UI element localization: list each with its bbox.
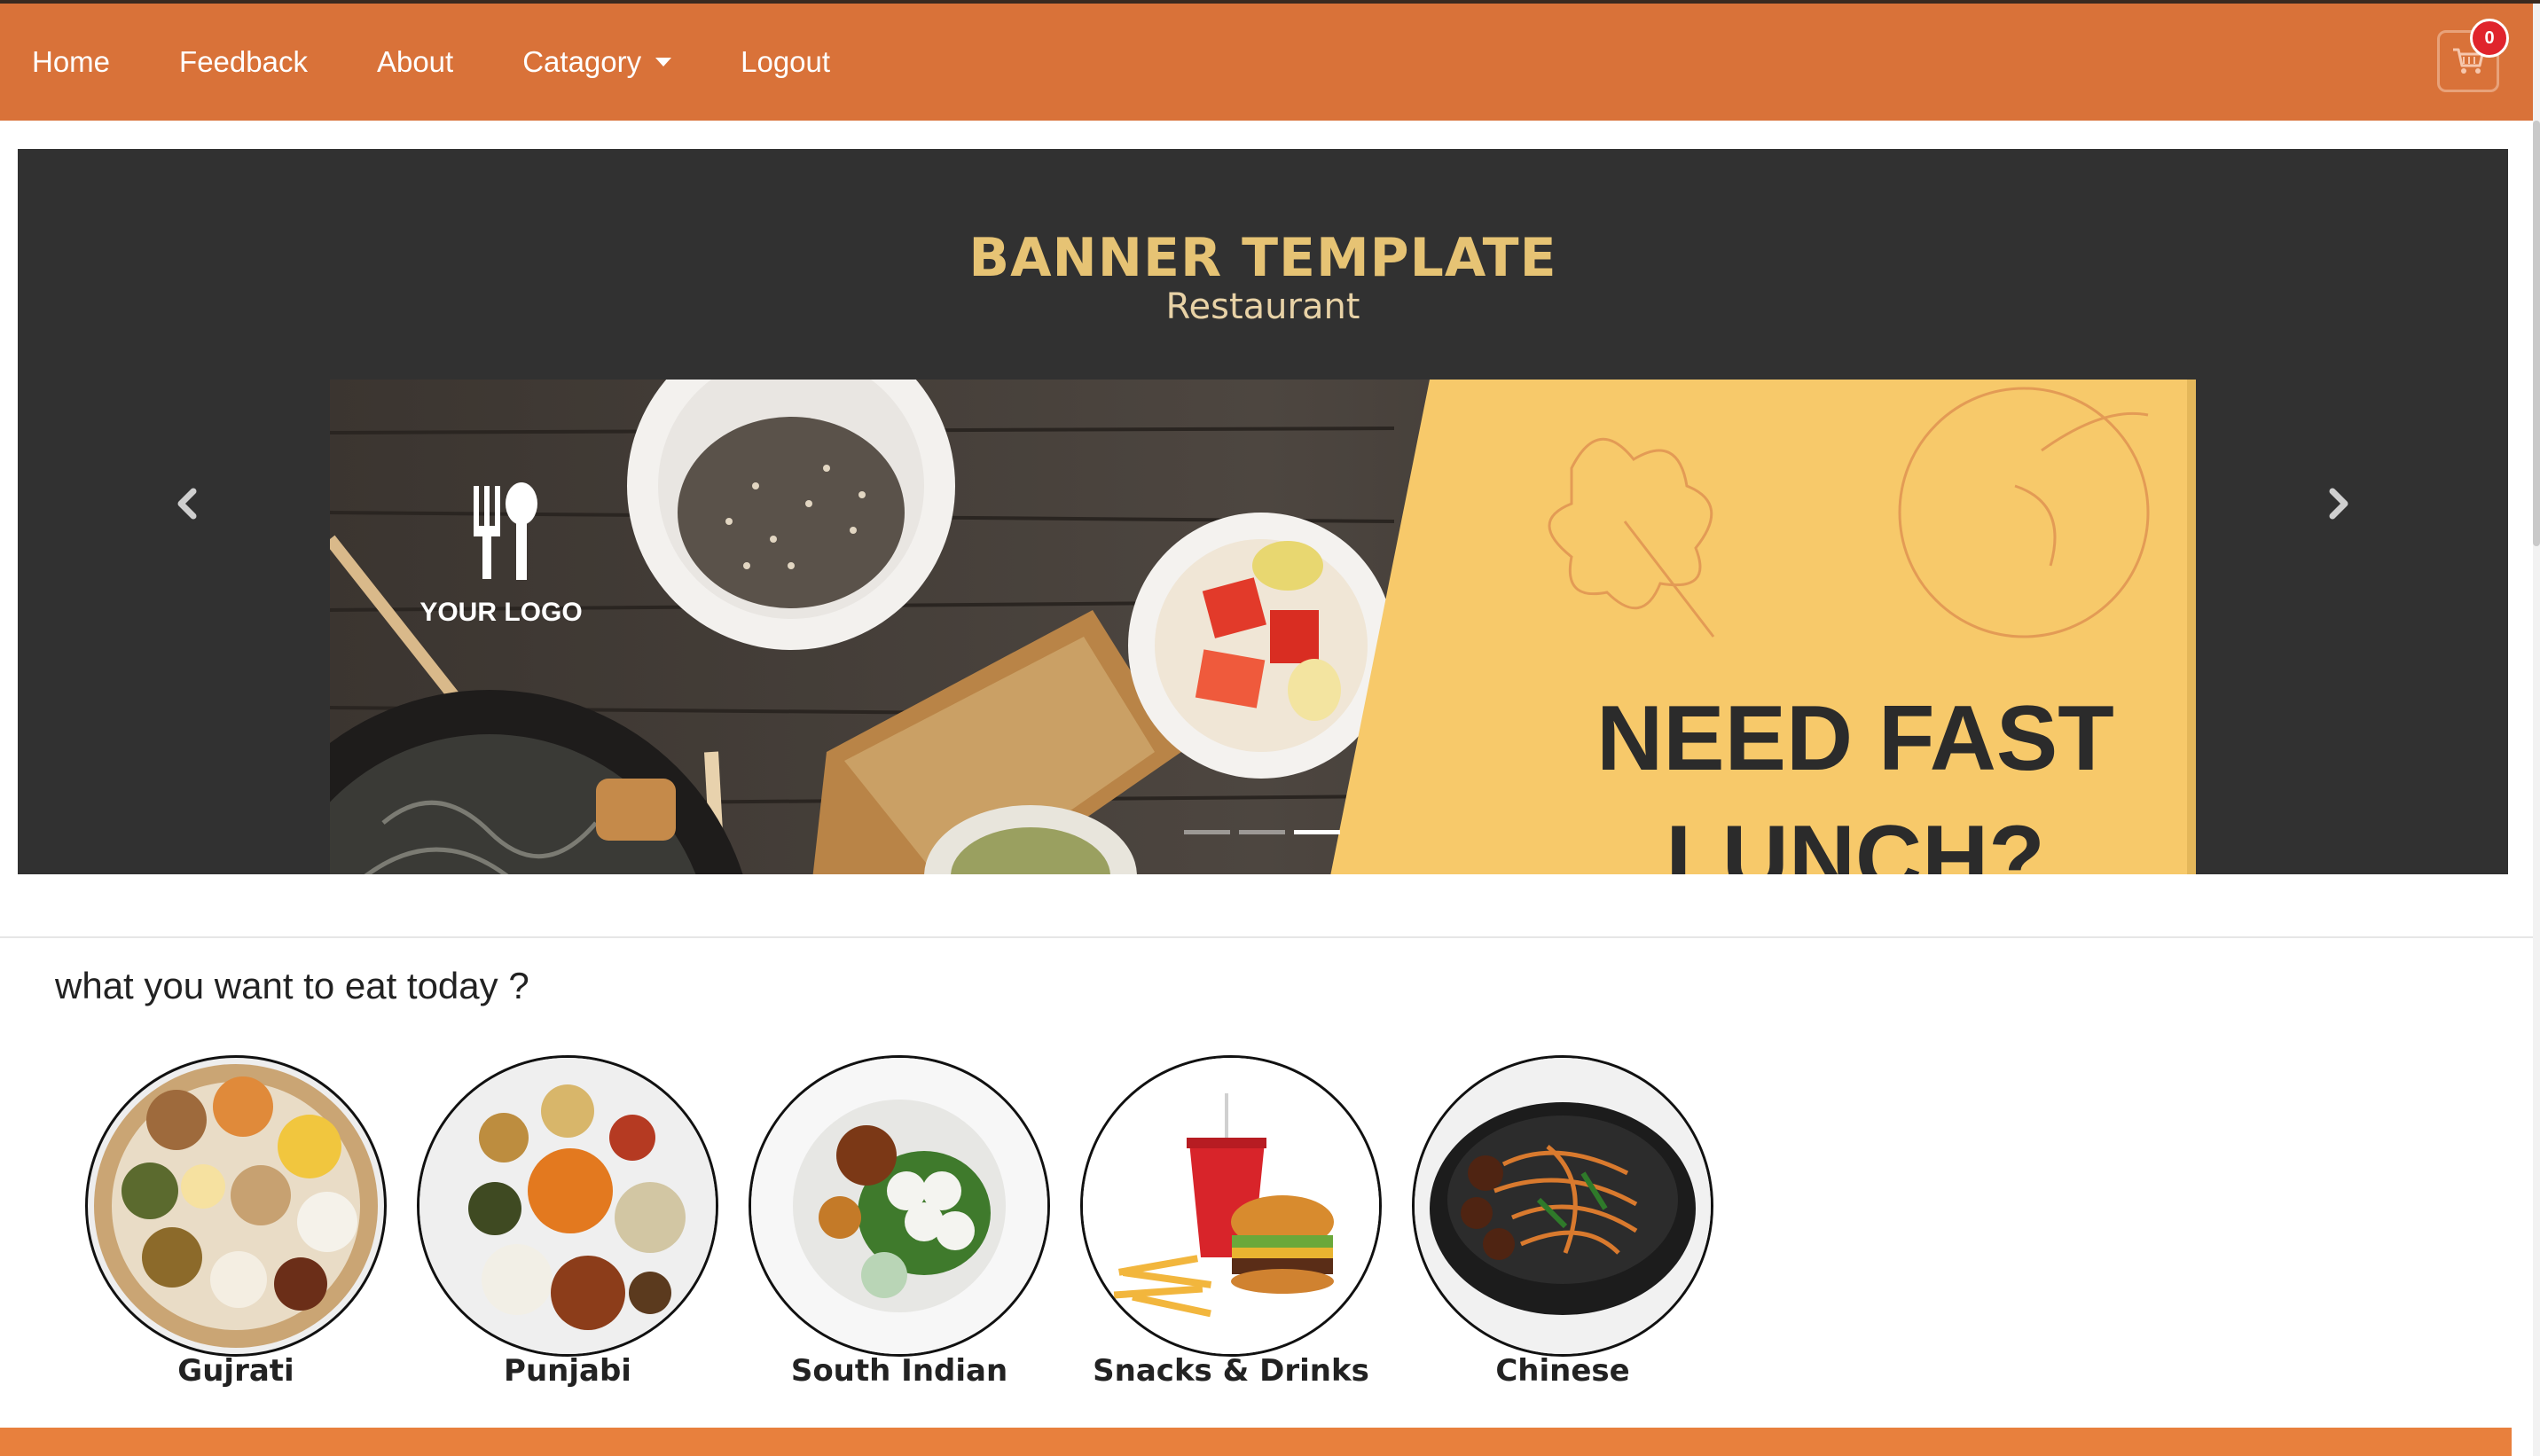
banner-title: BANNER TEMPLATE — [968, 227, 1557, 289]
section-divider — [0, 936, 2533, 938]
category-card-gujrati[interactable]: Gujrati — [85, 1055, 387, 1392]
carousel-indicator-3[interactable] — [1294, 830, 1340, 834]
category-image-south-indian[interactable] — [749, 1055, 1050, 1357]
carousel-next-button[interactable] — [2313, 468, 2366, 539]
footer-bar — [0, 1428, 2512, 1456]
nav-category-dropdown[interactable]: Catagory — [522, 45, 672, 79]
category-label: South Indian — [790, 1353, 1008, 1389]
banner-carousel: BANNER TEMPLATE Restaurant YOUR LOGO NEE… — [18, 149, 2508, 874]
carousel-prev-button[interactable] — [160, 468, 213, 539]
banner-subtitle: Restaurant — [1165, 286, 1360, 327]
cart-button[interactable]: 0 — [2437, 19, 2509, 92]
nav-about-link[interactable]: About — [377, 45, 453, 79]
nav-home-link[interactable]: Home — [32, 45, 110, 79]
nav-category-label: Catagory — [522, 45, 642, 78]
category-label: Gujrati — [177, 1353, 294, 1389]
category-card-snacks-drinks[interactable]: Snacks & Drinks — [1080, 1055, 1382, 1392]
category-image-punjabi[interactable] — [417, 1055, 718, 1357]
banner-headline-line2: LUNCH? — [1666, 807, 2044, 874]
carousel-indicator-2[interactable] — [1239, 830, 1285, 834]
category-label: Snacks & Drinks — [1093, 1353, 1369, 1389]
nav-logout-link[interactable]: Logout — [741, 45, 830, 79]
banner-artwork: YOUR LOGO NEED FAST LUNCH? — [330, 380, 2196, 874]
banner-headline-line1: NEED FAST — [1596, 687, 2114, 790]
section-title: what you want to eat today ? — [55, 965, 529, 1006]
category-image-snacks-drinks[interactable] — [1080, 1055, 1382, 1357]
navbar: Home Feedback About Catagory Logout 0 — [0, 4, 2533, 121]
category-card-chinese[interactable]: Chinese — [1412, 1055, 1713, 1392]
category-image-chinese[interactable] — [1412, 1055, 1713, 1357]
nav-feedback-link[interactable]: Feedback — [179, 45, 308, 79]
banner-image: YOUR LOGO NEED FAST LUNCH? — [330, 380, 2196, 874]
carousel-indicators — [1184, 830, 1340, 834]
category-image-gujrati[interactable] — [85, 1055, 387, 1357]
carousel-indicator-1[interactable] — [1184, 830, 1230, 834]
chevron-left-icon — [177, 488, 197, 520]
category-label: Chinese — [1495, 1353, 1630, 1389]
scrollbar-thumb[interactable] — [2533, 121, 2540, 546]
chevron-right-icon — [2329, 488, 2348, 520]
category-list: Gujrati Punjabi South Indian Snacks & Dr… — [85, 1055, 1770, 1392]
category-card-south-indian[interactable]: South Indian — [749, 1055, 1050, 1392]
caret-down-icon — [655, 58, 672, 67]
banner-logo-text: YOUR LOGO — [419, 598, 582, 627]
category-card-punjabi[interactable]: Punjabi — [417, 1055, 718, 1392]
category-label: Punjabi — [504, 1353, 631, 1389]
cart-count-badge: 0 — [2470, 19, 2509, 58]
